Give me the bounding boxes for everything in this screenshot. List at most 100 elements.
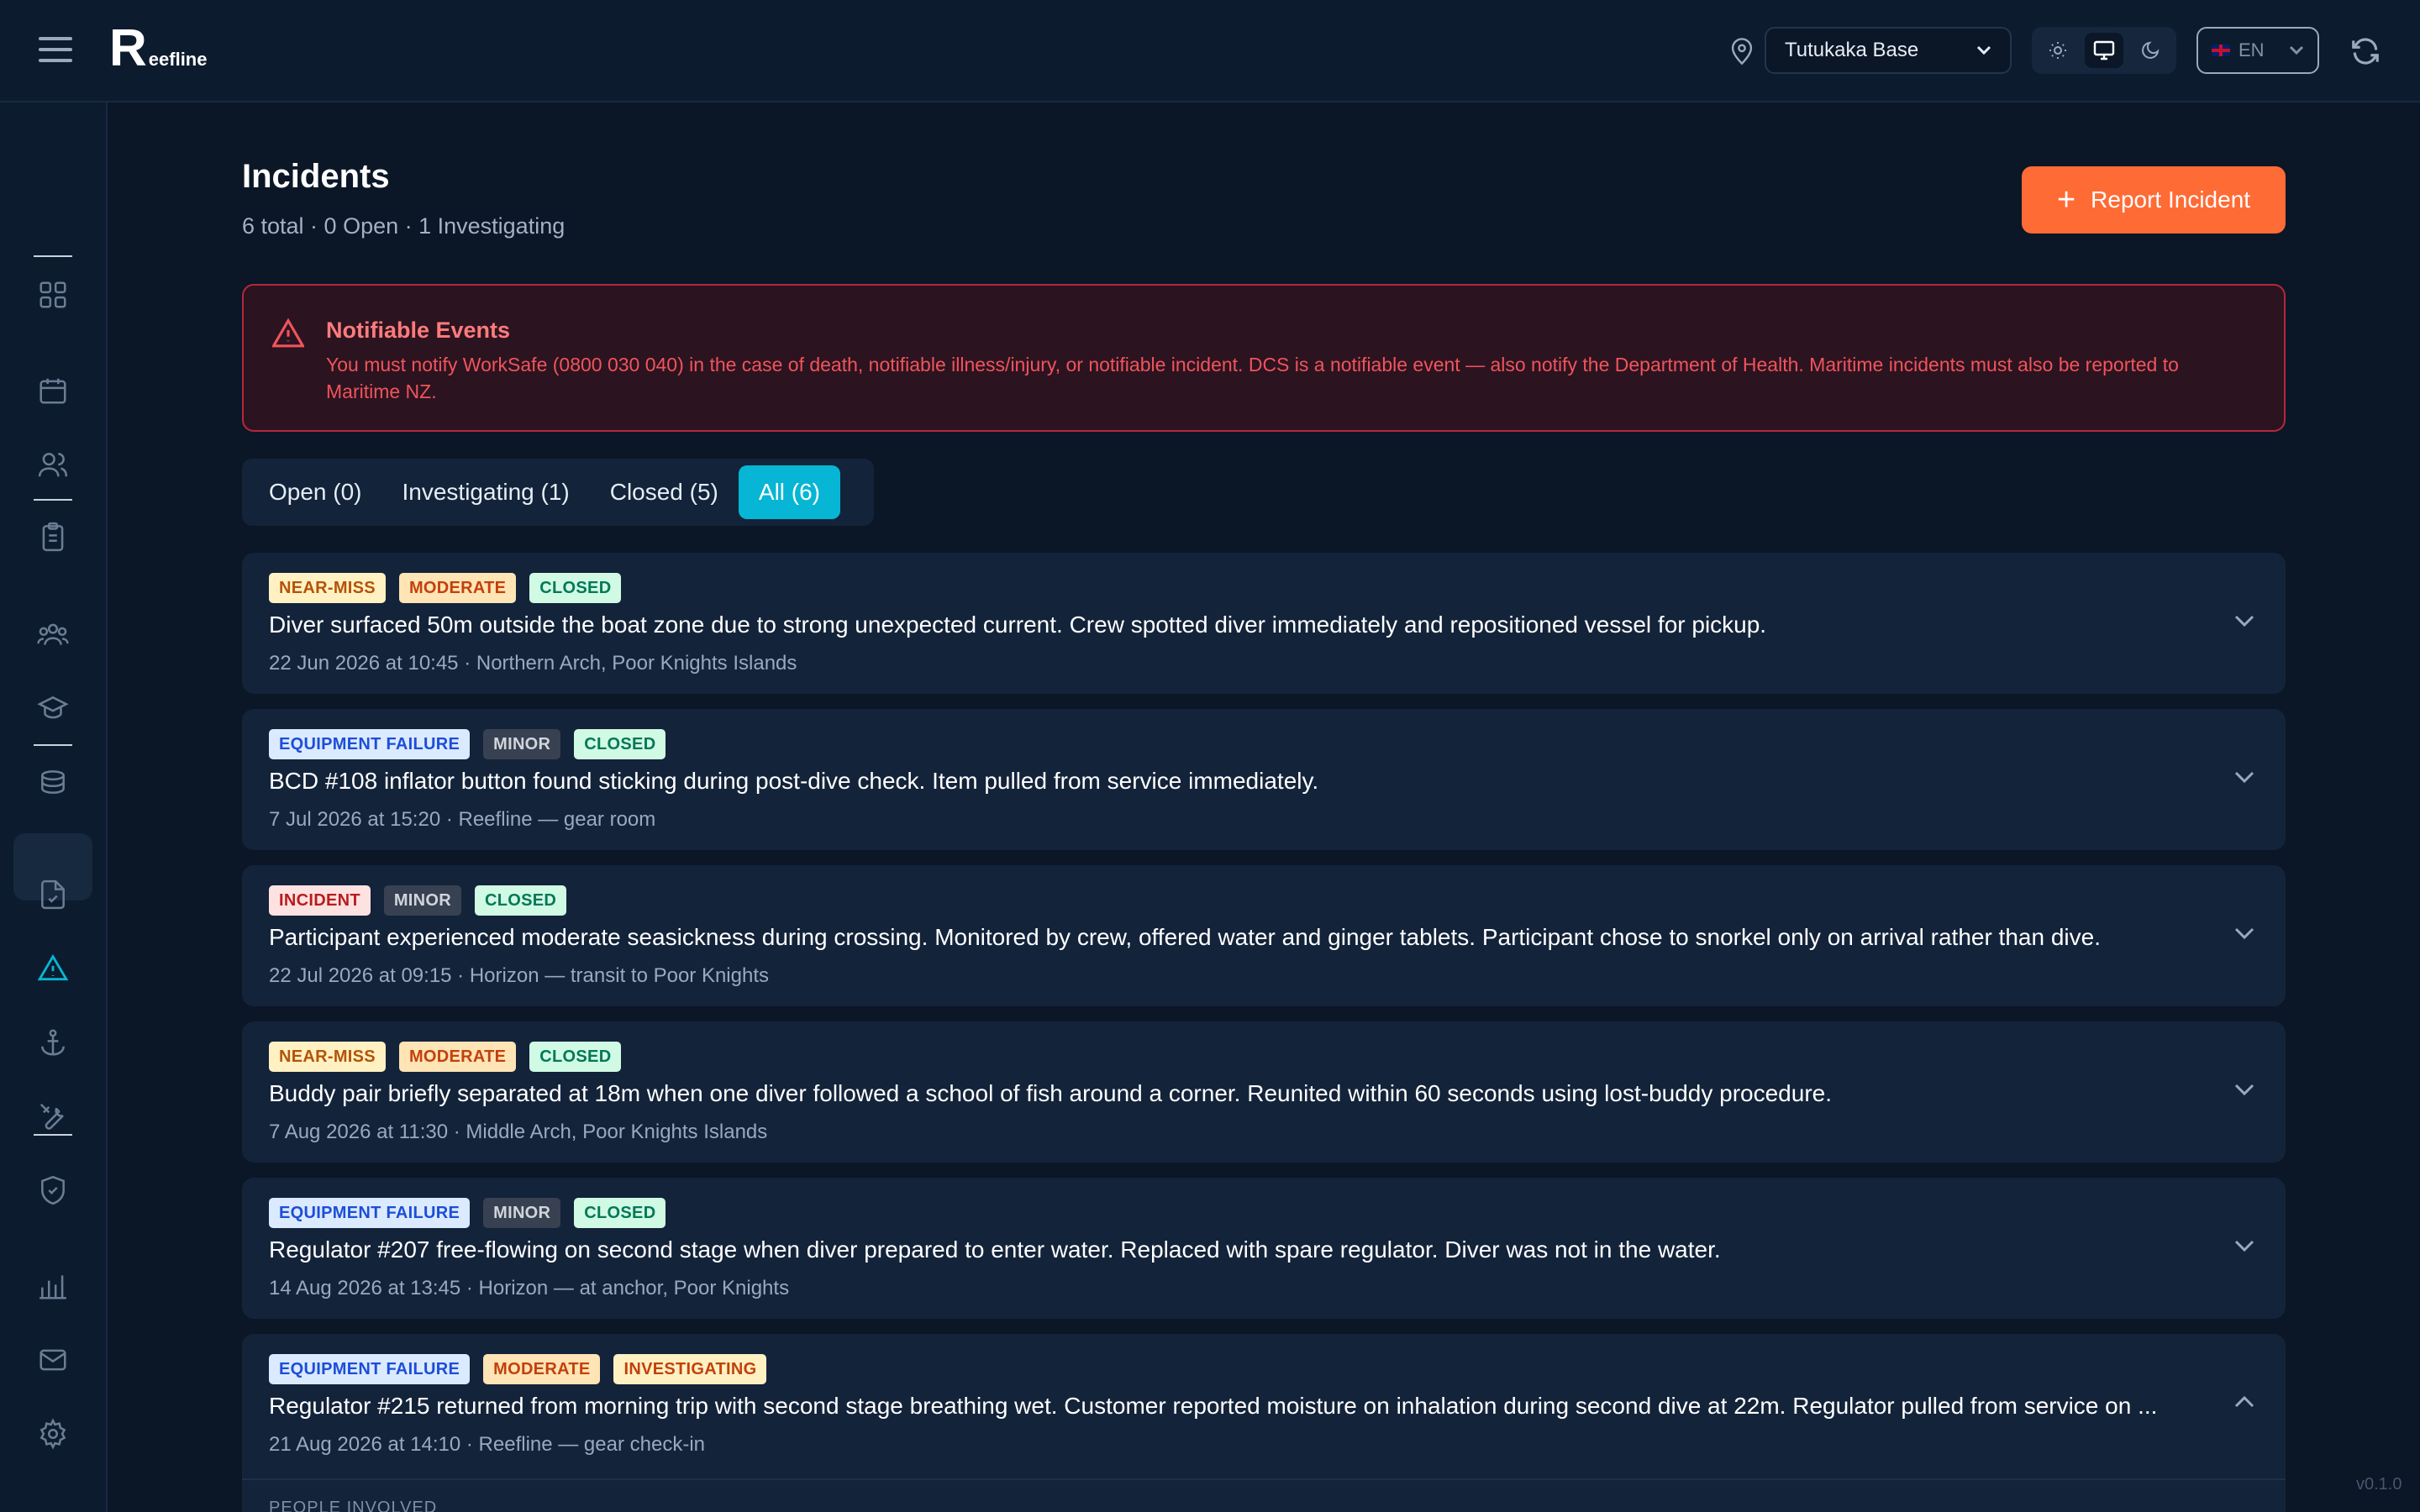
language-value: EN xyxy=(2238,39,2265,60)
chevron-down-icon[interactable] xyxy=(2233,1082,2255,1097)
sidebar: N xyxy=(0,102,108,1512)
status-tabs: Open (0) Investigating (1) Closed (5) Al… xyxy=(242,459,874,526)
sun-icon xyxy=(2049,42,2066,59)
sidebar-item-waivers[interactable] xyxy=(35,877,71,912)
sidebar-item-courses[interactable] xyxy=(35,690,71,726)
badge-row: EQUIPMENT FAILURE MINOR CLOSED xyxy=(269,729,666,759)
sidebar-item-maintenance[interactable] xyxy=(35,1099,71,1134)
sidebar-divider xyxy=(34,255,72,257)
dark-theme-button[interactable] xyxy=(2132,33,2170,68)
app-logo[interactable]: R eefline xyxy=(109,19,208,77)
team-icon xyxy=(37,623,69,645)
calendar-icon xyxy=(39,378,66,404)
type-badge: NEAR-MISS xyxy=(269,573,386,603)
incident-card[interactable]: EQUIPMENT FAILURE MINOR CLOSED BCD #108 … xyxy=(242,709,2286,850)
incident-card-expanded[interactable]: EQUIPMENT FAILURE MODERATE INVESTIGATING… xyxy=(242,1334,2286,1512)
tab-all[interactable]: All (6) xyxy=(738,465,841,519)
incident-meta: 22 Jun 2026 at 10:45 · Northern Arch, Po… xyxy=(269,652,797,675)
incident-description: Regulator #215 returned from morning tri… xyxy=(269,1393,2158,1419)
tank-icon xyxy=(41,770,65,794)
sidebar-item-calendar[interactable] xyxy=(35,373,71,408)
logo-mark: R xyxy=(109,19,147,77)
incident-card[interactable]: EQUIPMENT FAILURE MINOR CLOSED Regulator… xyxy=(242,1178,2286,1319)
refresh-icon[interactable] xyxy=(2349,35,2381,67)
severity-badge: MODERATE xyxy=(483,1354,601,1384)
logo-text: eefline xyxy=(148,49,208,70)
tools-icon xyxy=(39,1103,64,1130)
incident-description: Buddy pair briefly separated at 18m when… xyxy=(269,1080,1833,1106)
report-incident-label: Report Incident xyxy=(2091,186,2251,213)
alert-body: You must notify WorkSafe (0800 030 040) … xyxy=(326,354,2179,402)
severity-badge: MINOR xyxy=(483,729,561,759)
page-subtitle: 6 total · 0 Open · 1 Investigating xyxy=(242,213,566,239)
chevron-down-icon[interactable] xyxy=(2233,613,2255,628)
sidebar-item-bookings[interactable] xyxy=(35,519,71,554)
incident-description: Diver surfaced 50m outside the boat zone… xyxy=(269,612,1767,638)
severity-badge: MINOR xyxy=(383,885,462,916)
incident-meta: 21 Aug 2026 at 14:10 · Reefline — gear c… xyxy=(269,1433,705,1456)
clipboard-icon xyxy=(42,522,64,552)
sidebar-item-vessels[interactable] xyxy=(35,1025,71,1060)
theme-toggle xyxy=(2032,27,2176,74)
alert-title: Notifiable Events xyxy=(326,318,511,343)
incident-description: Regulator #207 free-flowing on second st… xyxy=(269,1236,1721,1263)
incident-card[interactable]: NEAR-MISS MODERATE CLOSED Buddy pair bri… xyxy=(242,1021,2286,1163)
tab-open[interactable]: Open (0) xyxy=(249,465,382,519)
plus-icon: + xyxy=(2056,182,2076,218)
report-incident-button[interactable]: + Report Incident xyxy=(2022,166,2286,234)
sidebar-item-messages[interactable] xyxy=(35,1342,71,1378)
monitor-icon xyxy=(2093,40,2115,60)
mail-icon xyxy=(39,1349,66,1371)
language-select[interactable]: EN xyxy=(2196,27,2319,74)
tab-closed[interactable]: Closed (5) xyxy=(590,465,739,519)
sidebar-divider xyxy=(34,744,72,746)
incident-meta: 7 Aug 2026 at 11:30 · Middle Arch, Poor … xyxy=(269,1121,768,1143)
sidebar-item-customers[interactable] xyxy=(35,447,71,482)
menu-icon[interactable] xyxy=(39,37,72,64)
chevron-down-icon[interactable] xyxy=(2233,926,2255,941)
chevron-down-icon[interactable] xyxy=(2233,769,2255,785)
app-version: v0.1.0 xyxy=(2356,1475,2402,1494)
tab-investigating[interactable]: Investigating (1) xyxy=(382,465,590,519)
incident-meta: 22 Jul 2026 at 09:15 · Horizon — transit… xyxy=(269,964,769,987)
location-select[interactable]: Tutukaka Base xyxy=(1765,27,2012,74)
people-involved-section: PEOPLE INVOLVED xyxy=(242,1478,2286,1512)
severity-badge: MINOR xyxy=(483,1198,561,1228)
chevron-up-icon[interactable] xyxy=(2233,1394,2255,1410)
sidebar-divider xyxy=(34,1134,72,1136)
chevron-down-icon xyxy=(1976,45,1991,55)
sidebar-item-settings[interactable] xyxy=(35,1416,71,1452)
bar-chart-icon xyxy=(39,1275,66,1299)
warning-triangle-icon xyxy=(272,318,304,348)
sidebar-item-compliance[interactable] xyxy=(35,1173,71,1208)
incident-card[interactable]: INCIDENT MINOR CLOSED Participant experi… xyxy=(242,865,2286,1006)
light-theme-button[interactable] xyxy=(2039,33,2076,68)
sidebar-item-reports[interactable] xyxy=(35,1268,71,1304)
anchor-icon xyxy=(41,1029,65,1056)
status-badge: CLOSED xyxy=(574,729,666,759)
sidebar-divider xyxy=(34,499,72,501)
chevron-down-icon[interactable] xyxy=(2233,1238,2255,1253)
users-icon xyxy=(38,453,68,477)
sidebar-item-incidents[interactable] xyxy=(35,951,71,986)
map-pin-icon xyxy=(1731,38,1753,66)
alert-triangle-icon xyxy=(37,953,69,981)
location-value: Tutukaka Base xyxy=(1785,39,1919,61)
incident-description: BCD #108 inflator button found sticking … xyxy=(269,768,1319,794)
type-badge: EQUIPMENT FAILURE xyxy=(269,729,471,759)
sidebar-item-staff[interactable] xyxy=(35,617,71,652)
gear-icon xyxy=(39,1418,66,1450)
type-badge: EQUIPMENT FAILURE xyxy=(269,1354,471,1384)
system-theme-button[interactable] xyxy=(2085,33,2123,68)
graduation-cap-icon xyxy=(37,696,69,719)
status-badge: CLOSED xyxy=(529,1042,622,1072)
type-badge: INCIDENT xyxy=(269,885,371,916)
sidebar-item-equipment[interactable] xyxy=(35,764,71,800)
incident-meta: 14 Aug 2026 at 13:45 · Horizon — at anch… xyxy=(269,1277,790,1299)
badge-row: NEAR-MISS MODERATE CLOSED xyxy=(269,1042,622,1072)
incident-card[interactable]: NEAR-MISS MODERATE CLOSED Diver surfaced… xyxy=(242,553,2286,694)
sidebar-item-dashboard[interactable] xyxy=(35,277,71,312)
severity-badge: MODERATE xyxy=(398,1042,517,1072)
moon-icon xyxy=(2142,41,2160,59)
page-title: Incidents xyxy=(242,158,390,195)
